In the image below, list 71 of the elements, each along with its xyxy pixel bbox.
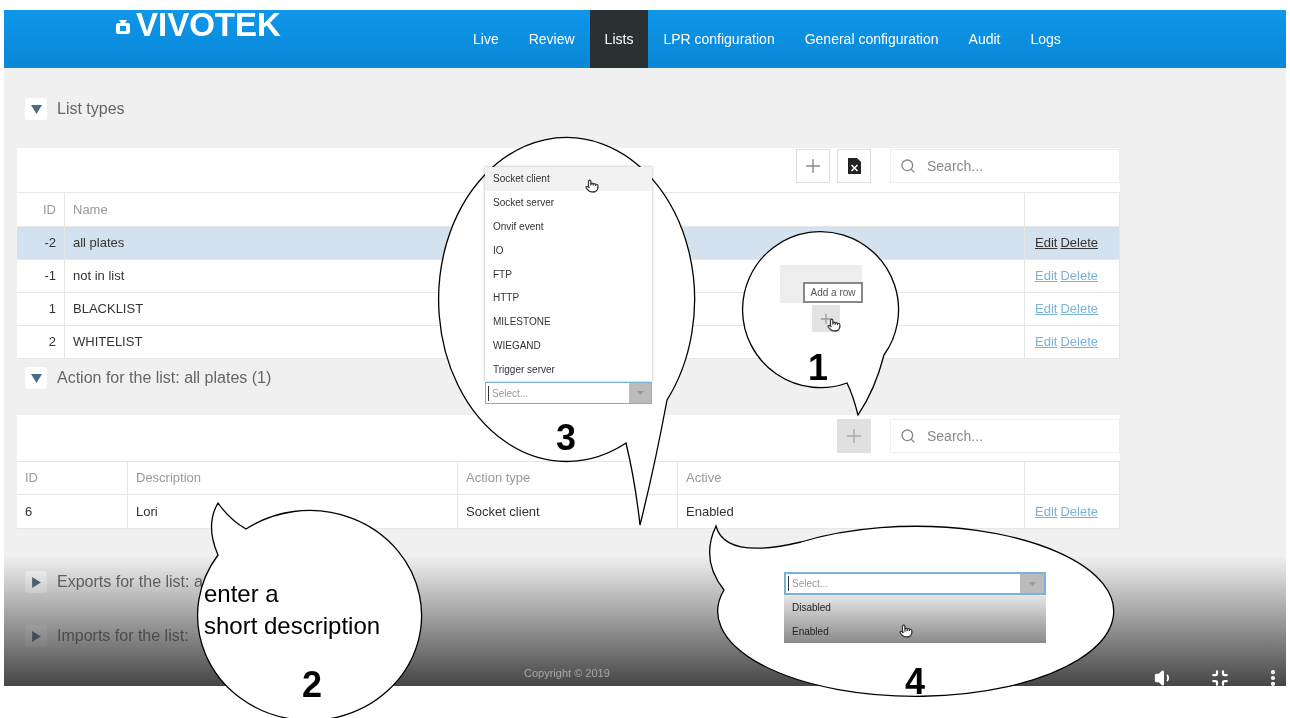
triangle-down-icon (30, 103, 42, 115)
triangle-right-icon (30, 576, 42, 588)
step-number: 2 (302, 667, 322, 703)
table-cell: -1 (17, 260, 65, 293)
expand-toggle[interactable] (25, 625, 47, 647)
nav-tab[interactable]: Lists (589, 10, 649, 68)
dropdown-option[interactable]: Trigger server (485, 357, 652, 382)
note-text: short description (204, 611, 381, 641)
hand-cursor-icon (827, 318, 841, 332)
nav-tab[interactable]: General configuration (789, 10, 954, 68)
delete-link[interactable]: Delete (1060, 233, 1098, 253)
tooltip: Add a row (803, 282, 863, 303)
edit-link[interactable]: Edit (1035, 233, 1058, 253)
delete-link[interactable]: Delete (1060, 266, 1098, 286)
search-field[interactable]: Search... (890, 419, 1120, 453)
select-field[interactable]: Select... (784, 572, 1046, 595)
copyright-text: Copyright © 2019 (524, 666, 610, 681)
brand-logo: VIVOTEK (136, 10, 281, 40)
note-text: enter a (204, 579, 280, 609)
nav-tab[interactable]: LPR configuration (648, 10, 790, 68)
edit-link[interactable]: Edit (1035, 332, 1058, 352)
column-header: ID (17, 462, 128, 495)
dropdown-option[interactable]: Disabled (784, 595, 1046, 619)
dropdown-option[interactable]: Socket server (485, 190, 652, 215)
table-cell: -2 (17, 227, 65, 260)
triangle-right-icon (30, 630, 42, 642)
dropdown-option[interactable]: FTP (485, 262, 652, 286)
dropdown-option[interactable]: MILESTONE (485, 309, 652, 334)
section-title: Imports for the list: (57, 626, 189, 646)
search-icon (900, 158, 916, 174)
search-icon (900, 428, 916, 444)
edit-link[interactable]: Edit (1035, 501, 1058, 522)
caret-down-icon (1028, 581, 1036, 586)
triangle-down-icon (30, 372, 42, 384)
exit-fullscreen-icon[interactable] (1211, 669, 1229, 687)
excel-file-icon (847, 158, 861, 174)
dropdown-option[interactable]: IO (485, 238, 652, 263)
camera-logo-icon (116, 20, 130, 34)
dropdown-option[interactable]: Enabled (784, 619, 1046, 643)
caret-down-icon (636, 391, 644, 396)
table-cell: 6 (17, 495, 128, 529)
edit-link[interactable]: Edit (1035, 266, 1058, 286)
search-field[interactable]: Search... (890, 149, 1120, 183)
table-cell: 2 (17, 326, 65, 359)
step-number: 3 (556, 420, 576, 456)
delete-link[interactable]: Delete (1060, 332, 1098, 352)
section-title: Action for the list: all plates (1) (57, 368, 272, 388)
edit-link[interactable]: Edit (1035, 299, 1058, 319)
dropdown-option[interactable]: Socket client (485, 167, 652, 191)
section-title: Exports for the list: a (57, 572, 203, 592)
nav-tab[interactable]: Review (513, 10, 590, 68)
hand-cursor-icon (585, 179, 599, 193)
collapse-toggle[interactable] (25, 367, 47, 389)
dropdown-option[interactable]: WIEGAND (485, 333, 652, 358)
table-cell: 1 (17, 293, 65, 326)
nav-tab[interactable]: Audit (953, 10, 1016, 68)
dropdown-option[interactable]: Onvif event (485, 214, 652, 239)
delete-link[interactable]: Delete (1060, 501, 1098, 522)
nav-tab[interactable]: Logs (1015, 10, 1076, 68)
step-number: 4 (905, 664, 925, 700)
delete-link[interactable]: Delete (1060, 299, 1098, 319)
dropdown-option[interactable]: HTTP (485, 286, 652, 310)
collapse-toggle[interactable] (25, 98, 47, 120)
excel-export-button[interactable] (837, 149, 871, 183)
section-title: List types (57, 99, 125, 119)
expand-toggle[interactable] (25, 571, 47, 593)
column-header: Description (128, 462, 458, 495)
select-field[interactable]: Select... (485, 382, 652, 405)
hand-cursor-icon (899, 624, 913, 638)
column-header: Active (678, 462, 1025, 495)
nav-tab[interactable]: Live (458, 10, 514, 68)
